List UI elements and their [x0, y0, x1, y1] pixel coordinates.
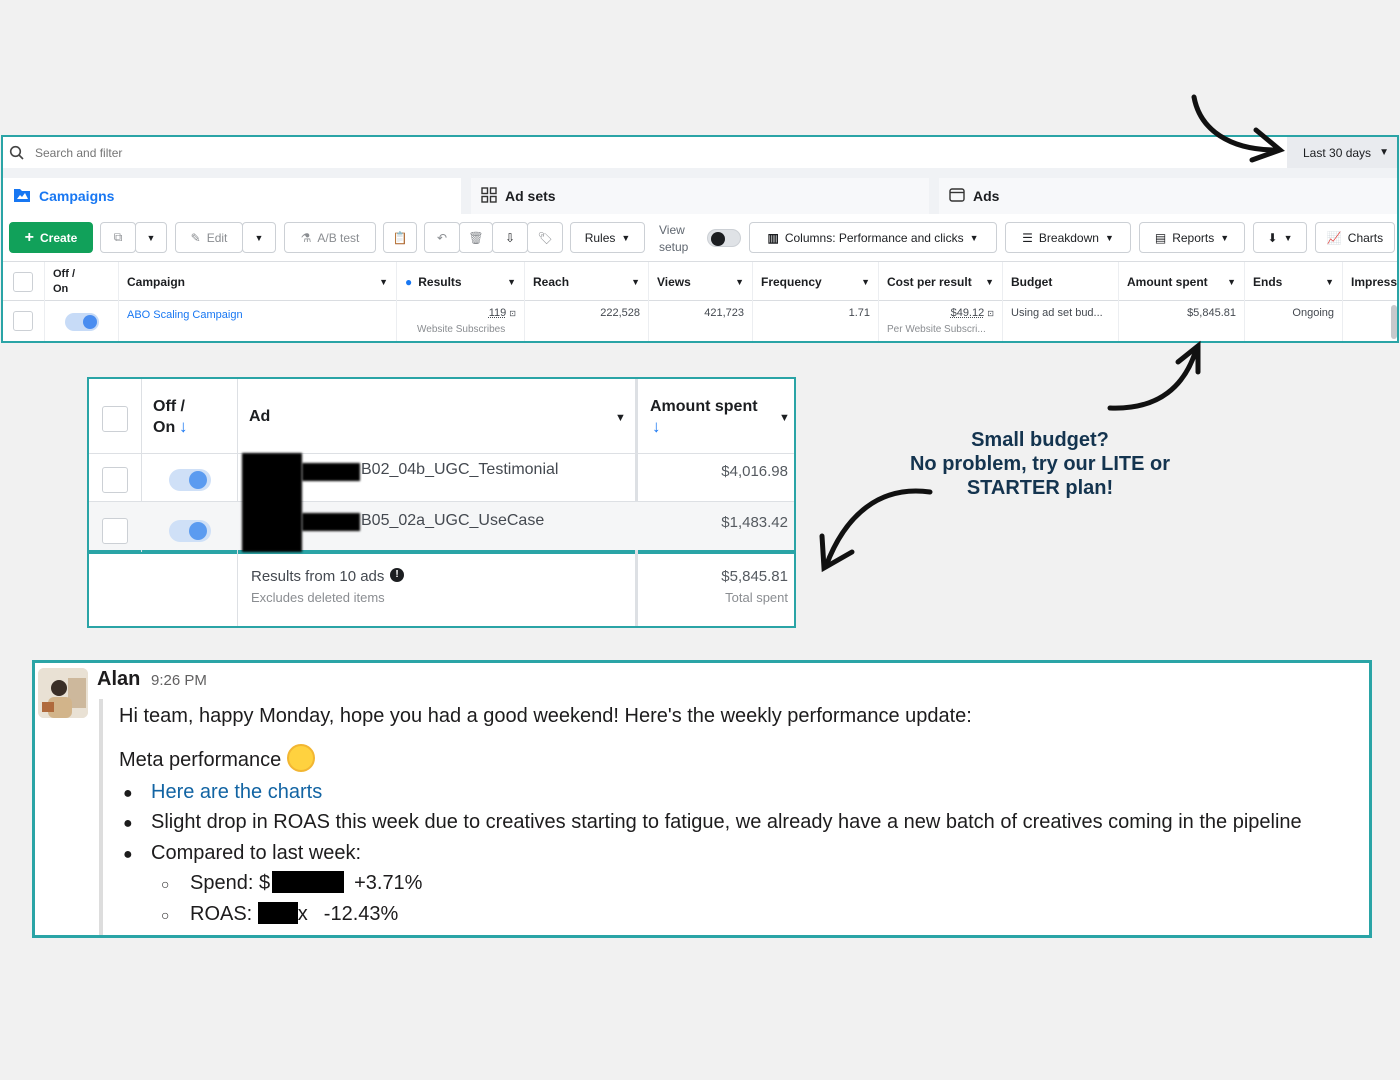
spend-change: +3.71% [354, 872, 423, 894]
bullet-text: Slight drop in ROAS this week due to cre… [151, 811, 1302, 833]
avatar[interactable] [38, 668, 88, 718]
spend-line: Spend: $ +3.71% [190, 871, 422, 895]
roas-suffix: x [297, 903, 308, 925]
arrow-to-ad-table [819, 488, 933, 573]
redaction-block [272, 871, 345, 893]
sub-bullet-icon: ○ [161, 907, 170, 923]
bullet-icon: ● [123, 846, 133, 863]
message-greeting: Hi team, happy Monday, hope you had a go… [119, 705, 972, 727]
message-author[interactable]: Alan [97, 668, 140, 691]
roas-change: -12.43% [323, 903, 399, 925]
arrow-to-amount-spent [1107, 340, 1201, 411]
heading-text: Meta performance [119, 749, 282, 771]
message-heading: Meta performance [119, 744, 316, 772]
message-timestamp[interactable]: 9:26 PM [151, 672, 207, 689]
yellow-circle-emoji-icon [287, 744, 316, 772]
chat-message: Alan 9:26 PM Hi team, happy Monday, hope… [32, 660, 1372, 938]
roas-label: ROAS: [190, 903, 258, 925]
roas-line: ROAS: x -12.43% [190, 902, 398, 926]
bullet-icon: ● [123, 815, 133, 832]
arrow-to-date-range [1191, 94, 1285, 163]
spend-label: Spend: $ [190, 872, 271, 894]
bullet-text: Compared to last week: [151, 842, 362, 864]
sub-bullet-icon: ○ [161, 876, 170, 892]
charts-link[interactable]: Here are the charts [151, 781, 322, 804]
redaction-block [257, 902, 298, 924]
bullet-icon: ● [123, 785, 133, 802]
quote-bar [99, 699, 103, 935]
